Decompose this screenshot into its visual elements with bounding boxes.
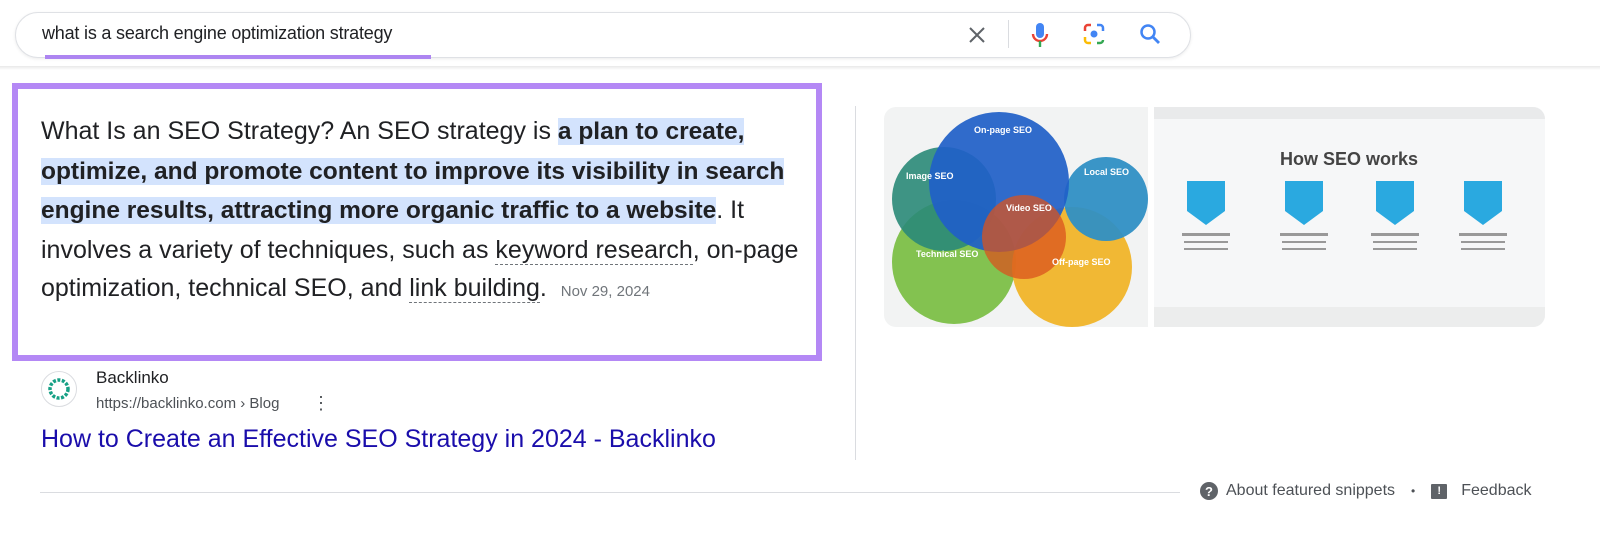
feedback-link[interactable]: Feedback [1461, 482, 1531, 500]
how-seo-title: How SEO works [1280, 149, 1418, 169]
site-name[interactable]: Backlinko [96, 368, 169, 388]
term-link-keyword-research[interactable]: keyword research [495, 235, 693, 265]
search-icon[interactable] [1136, 20, 1164, 48]
site-url[interactable]: https://backlinko.com › Blog [96, 395, 279, 412]
bottom-divider [40, 492, 1180, 493]
svg-text:Local SEO: Local SEO [1084, 167, 1129, 177]
svg-text:Image SEO: Image SEO [906, 171, 954, 181]
svg-text:Off-page SEO: Off-page SEO [1052, 257, 1111, 267]
svg-text:Technical SEO: Technical SEO [916, 249, 978, 259]
snippet-date: Nov 29, 2024 [560, 283, 650, 300]
svg-text:Video SEO: Video SEO [1006, 203, 1052, 213]
seo-venn-image[interactable]: On-page SEO Image SEO Local SEO Video SEO T… [884, 107, 1148, 327]
mic-icon[interactable] [1026, 20, 1054, 50]
how-seo-works-image[interactable]: How SEO works [1154, 107, 1545, 327]
result-title-link[interactable]: How to Create an Effective SEO Strategy … [41, 425, 716, 454]
term-link-link-building[interactable]: link building [409, 274, 540, 303]
close-icon[interactable] [964, 22, 990, 48]
header-divider [0, 66, 1600, 70]
svg-text:On-page SEO: On-page SEO [974, 125, 1032, 135]
featured-snippet-text: What Is an SEO Strategy? An SEO strategy… [41, 112, 811, 312]
about-featured-snippets-link[interactable]: About featured snippets [1226, 482, 1395, 500]
snippet-end: . [539, 274, 547, 302]
footer-separator: • [1411, 484, 1416, 498]
search-divider [1008, 20, 1009, 48]
vertical-divider [855, 106, 856, 460]
feedback-icon[interactable]: ! [1431, 483, 1448, 499]
snippet-intro: What Is an SEO Strategy? An SEO strategy… [41, 117, 558, 145]
site-favicon[interactable] [41, 371, 77, 407]
search-input[interactable]: what is a search engine optimization str… [42, 23, 392, 44]
lens-icon[interactable] [1080, 20, 1108, 48]
snippet-footer: ? About featured snippets • ! Feedback [1200, 482, 1531, 500]
more-options-icon[interactable]: ⋮ [312, 394, 330, 412]
help-icon[interactable]: ? [1200, 482, 1218, 500]
query-annotation-underline [45, 55, 431, 59]
